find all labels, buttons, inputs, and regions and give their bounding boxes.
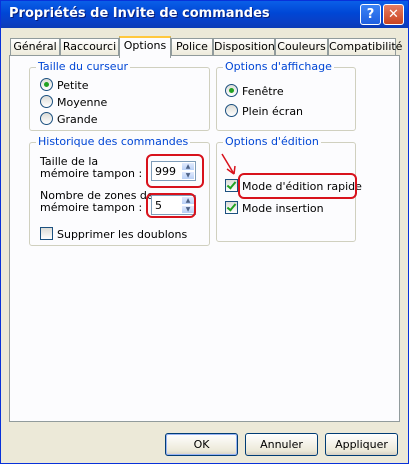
annotation-circle-buffer-count — [146, 193, 196, 218]
radio-indicator — [225, 84, 238, 97]
tab-raccourci[interactable]: Raccourci — [60, 38, 119, 56]
radio-indicator — [40, 78, 53, 91]
radio-label: Fenêtre — [242, 85, 284, 98]
radio-indicator — [40, 95, 53, 108]
checkbox-label: Mode insertion — [242, 202, 324, 215]
cursor-size-group-title: Taille du curseur — [36, 60, 131, 73]
radio-label: Plein écran — [242, 105, 304, 118]
annotation-circle-buffer-size — [146, 154, 204, 188]
edit-options-group-title: Options d'édition — [223, 135, 321, 148]
buffer-count-label-line2: mémoire tampon : — [40, 201, 143, 214]
ok-button[interactable]: OK — [165, 433, 238, 456]
title-bar[interactable]: Propriétés de Invite de commandes ? ✕ — [1, 1, 408, 28]
radio-display-window[interactable]: Fenêtre — [225, 84, 284, 98]
radio-indicator — [40, 112, 53, 125]
cursor-size-group: Taille du curseur Petite Moyenne Grande — [29, 60, 210, 131]
annotation-circle-quick-edit — [238, 173, 357, 199]
display-options-group-title: Options d'affichage — [223, 60, 334, 73]
tab-police[interactable]: Police — [171, 38, 213, 56]
command-history-group: Historique des commandes Taille de la mé… — [29, 135, 210, 246]
checkbox-discard-duplicates[interactable]: Supprimer les doublons — [40, 227, 187, 241]
checkbox-indicator — [225, 201, 238, 214]
radio-indicator — [225, 104, 238, 117]
radio-label: Grande — [57, 113, 98, 126]
window-title: Propriétés de Invite de commandes — [9, 6, 270, 21]
properties-window: Propriétés de Invite de commandes ? ✕ Gé… — [0, 0, 409, 464]
radio-label: Petite — [57, 79, 89, 92]
radio-label: Moyenne — [57, 96, 108, 109]
apply-button[interactable]: Appliquer — [325, 433, 398, 456]
radio-cursor-small[interactable]: Petite — [40, 78, 88, 92]
checkbox-label: Supprimer les doublons — [57, 228, 188, 241]
display-options-group: Options d'affichage Fenêtre Plein écran — [216, 60, 356, 131]
radio-cursor-medium[interactable]: Moyenne — [40, 95, 107, 109]
radio-cursor-large[interactable]: Grande — [40, 112, 98, 126]
tab-disposition[interactable]: Disposition — [213, 38, 275, 56]
help-button[interactable]: ? — [360, 4, 381, 25]
buffer-size-label-line2: mémoire tampon : — [40, 167, 143, 180]
radio-display-fullscreen[interactable]: Plein écran — [225, 104, 303, 118]
command-history-group-title: Historique des commandes — [36, 135, 191, 148]
tab-compatibilite[interactable]: Compatibilité — [328, 38, 402, 56]
tab-general[interactable]: Général — [10, 38, 60, 56]
checkbox-insert-mode[interactable]: Mode insertion — [225, 201, 324, 215]
tab-options[interactable]: Options — [119, 36, 171, 58]
tab-couleurs[interactable]: Couleurs — [275, 38, 328, 56]
cancel-button[interactable]: Annuler — [245, 433, 318, 456]
checkbox-indicator — [40, 227, 53, 240]
options-panel: Taille du curseur Petite Moyenne Grande … — [9, 55, 400, 422]
close-button[interactable]: ✕ — [383, 4, 404, 25]
annotation-arrow-icon — [221, 153, 236, 175]
